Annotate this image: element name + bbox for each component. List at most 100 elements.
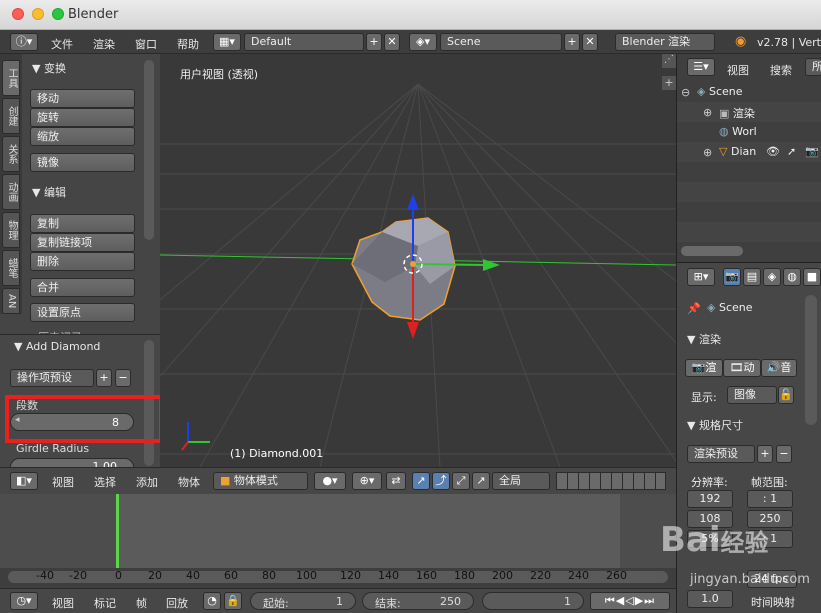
frame-start-field[interactable]: : 1 [747, 490, 793, 508]
layout-field[interactable]: Default [244, 33, 364, 51]
selectable-cursor-icon[interactable]: ➚ [787, 145, 796, 158]
render-context-icon[interactable]: 📷 [723, 268, 741, 286]
rotate-manipulator-icon[interactable]: ⤴ [432, 472, 450, 490]
edit-panel-header[interactable]: ▼ 编辑 [32, 184, 66, 200]
visibility-eye-icon[interactable]: 👁 [766, 145, 780, 158]
scene-item[interactable]: ◈ Scene [697, 85, 743, 98]
x-manipulator-line[interactable] [412, 263, 486, 266]
z-manipulator-arrow[interactable] [407, 194, 419, 210]
render-engine-select[interactable]: Blender 渲染 [615, 33, 715, 51]
display-select[interactable]: 图像 [727, 386, 777, 404]
y-manipulator-arrow[interactable] [407, 322, 419, 339]
minimize-window-button[interactable] [32, 8, 44, 20]
render-layers-item[interactable]: ▣ 渲染 [719, 105, 755, 121]
move-button[interactable]: 移动 [30, 89, 135, 108]
menu-playback[interactable]: 回放 [166, 595, 188, 611]
timeline-editor-type[interactable]: ◷▾ [10, 592, 38, 610]
tab-relations[interactable]: 关系 [2, 136, 20, 172]
transform-panel-header[interactable]: ▼ 变换 [32, 60, 66, 76]
properties-editor-type[interactable]: ⊞▾ [687, 268, 715, 286]
display-mode-select[interactable]: 所 [805, 58, 821, 76]
menu-file[interactable]: 文件 [51, 36, 73, 52]
end-frame-field[interactable]: 结束: 250 [362, 592, 474, 610]
properties-scrollbar[interactable] [805, 295, 817, 425]
resolution-x-field[interactable]: 192 [687, 490, 733, 508]
duplicate-linked-button[interactable]: 复制链接项 [30, 233, 135, 252]
menu-add[interactable]: 添加 [136, 474, 158, 490]
remove-scene-icon[interactable]: ✕ [582, 33, 598, 51]
menu-marker[interactable]: 标记 [94, 595, 116, 611]
pivot-point-select[interactable]: ⊕▾ [352, 472, 382, 490]
scale-manipulator-icon[interactable]: ⤢ [452, 472, 470, 490]
scene-context-icon[interactable]: ◈ [763, 268, 781, 286]
remove-layout-icon[interactable]: ✕ [384, 33, 400, 51]
layout-browse-button[interactable]: ▦▾ [213, 33, 241, 51]
tab-grease-pencil[interactable]: 蜡笔 [2, 250, 20, 286]
mode-select[interactable]: ■ 物体模式 [213, 472, 308, 490]
current-frame-field[interactable]: 1 [482, 592, 584, 610]
lock-icon[interactable]: 🔒 [224, 592, 242, 610]
render-image-button[interactable]: 📷渲 [685, 359, 723, 377]
outliner-editor-type[interactable]: ☰▾ [687, 58, 715, 76]
join-button[interactable]: 合并 [30, 278, 135, 297]
toolshelf-scrollbar[interactable] [144, 60, 154, 240]
layer-buttons[interactable] [556, 472, 666, 490]
shading-select[interactable]: ●▾ [314, 472, 346, 490]
start-frame-field[interactable]: 起始: 1 [250, 592, 356, 610]
menu-window[interactable]: 窗口 [135, 36, 157, 52]
menu-help[interactable]: 帮助 [177, 36, 199, 52]
pin-icon[interactable]: 📌 [687, 302, 701, 315]
render-audio-button[interactable]: 🔊音 [761, 359, 797, 377]
menu-object[interactable]: 物体 [178, 474, 200, 490]
area-split-icon[interactable]: ⋰ [662, 54, 676, 68]
timeline-area[interactable] [0, 494, 676, 568]
manipulator-icon[interactable]: ⇄ [386, 472, 406, 490]
tab-animation[interactable]: 动画 [2, 174, 20, 210]
add-diamond-header[interactable]: ▼ Add Diamond [14, 340, 100, 353]
add-preset-icon[interactable]: + [96, 369, 112, 387]
tab-an[interactable]: AN [2, 288, 20, 314]
dimensions-panel-header[interactable]: ▼ 规格尺寸 [687, 417, 743, 433]
menu-view[interactable]: 视图 [727, 62, 749, 78]
playback-controls[interactable]: ⏮◀◁▶⏭ [590, 592, 670, 610]
menu-frame[interactable]: 帧 [136, 595, 147, 611]
collapse-icon[interactable]: ⊖ [681, 86, 690, 99]
diamond-item[interactable]: ▽ Dian [719, 145, 756, 158]
delete-button[interactable]: 删除 [30, 252, 135, 271]
outliner-scrollbar[interactable] [681, 246, 743, 256]
object-context-icon[interactable]: ■ [803, 268, 821, 286]
time-stretch-field[interactable]: 1.0 [687, 590, 733, 608]
add-scene-icon[interactable]: + [564, 33, 580, 51]
tab-physics[interactable]: 物理 [2, 212, 20, 248]
expand-icon[interactable]: ⊕ [703, 106, 712, 119]
menu-render[interactable]: 渲染 [93, 36, 115, 52]
tab-tools[interactable]: 工具 [2, 60, 20, 96]
menu-view[interactable]: 视图 [52, 595, 74, 611]
orientation-select[interactable]: 全局 [492, 472, 550, 490]
scene-field[interactable]: Scene [440, 33, 562, 51]
x-manipulator-arrow[interactable] [483, 259, 500, 271]
world-context-icon[interactable]: ◍ [783, 268, 801, 286]
add-layout-icon[interactable]: + [366, 33, 382, 51]
close-window-button[interactable] [12, 8, 24, 20]
preview-range-icon[interactable]: ◔ [203, 592, 221, 610]
frame-ruler[interactable]: -40 -20 0 20 40 60 80 100 120 140 160 18… [0, 568, 676, 588]
remove-preset-icon[interactable]: − [115, 369, 131, 387]
menu-view[interactable]: 视图 [52, 474, 74, 490]
world-item[interactable]: ◍ Worl [719, 125, 757, 138]
render-preset-select[interactable]: 渲染预设 [687, 445, 755, 463]
duplicate-button[interactable]: 复制 [30, 214, 135, 233]
add-render-preset-icon[interactable]: + [757, 445, 773, 463]
rotate-button[interactable]: 旋转 [30, 108, 135, 127]
expand-icon[interactable]: ⊕ [703, 146, 712, 159]
remove-render-preset-icon[interactable]: − [776, 445, 792, 463]
set-origin-select[interactable]: 设置原点 [30, 303, 135, 322]
renderable-camera-icon[interactable]: 📷 [805, 145, 819, 158]
menu-search[interactable]: 搜索 [770, 62, 792, 78]
translate-manipulator-icon[interactable]: ↗ [412, 472, 430, 490]
editor-type-button[interactable]: ⓘ▾ [10, 33, 38, 51]
tab-create[interactable]: 创建 [2, 98, 20, 134]
properties-region-toggle[interactable]: + [662, 76, 676, 90]
viewport-editor-type[interactable]: ◧▾ [10, 472, 38, 490]
girdle-radius-field[interactable]: 1.00 [10, 458, 134, 467]
